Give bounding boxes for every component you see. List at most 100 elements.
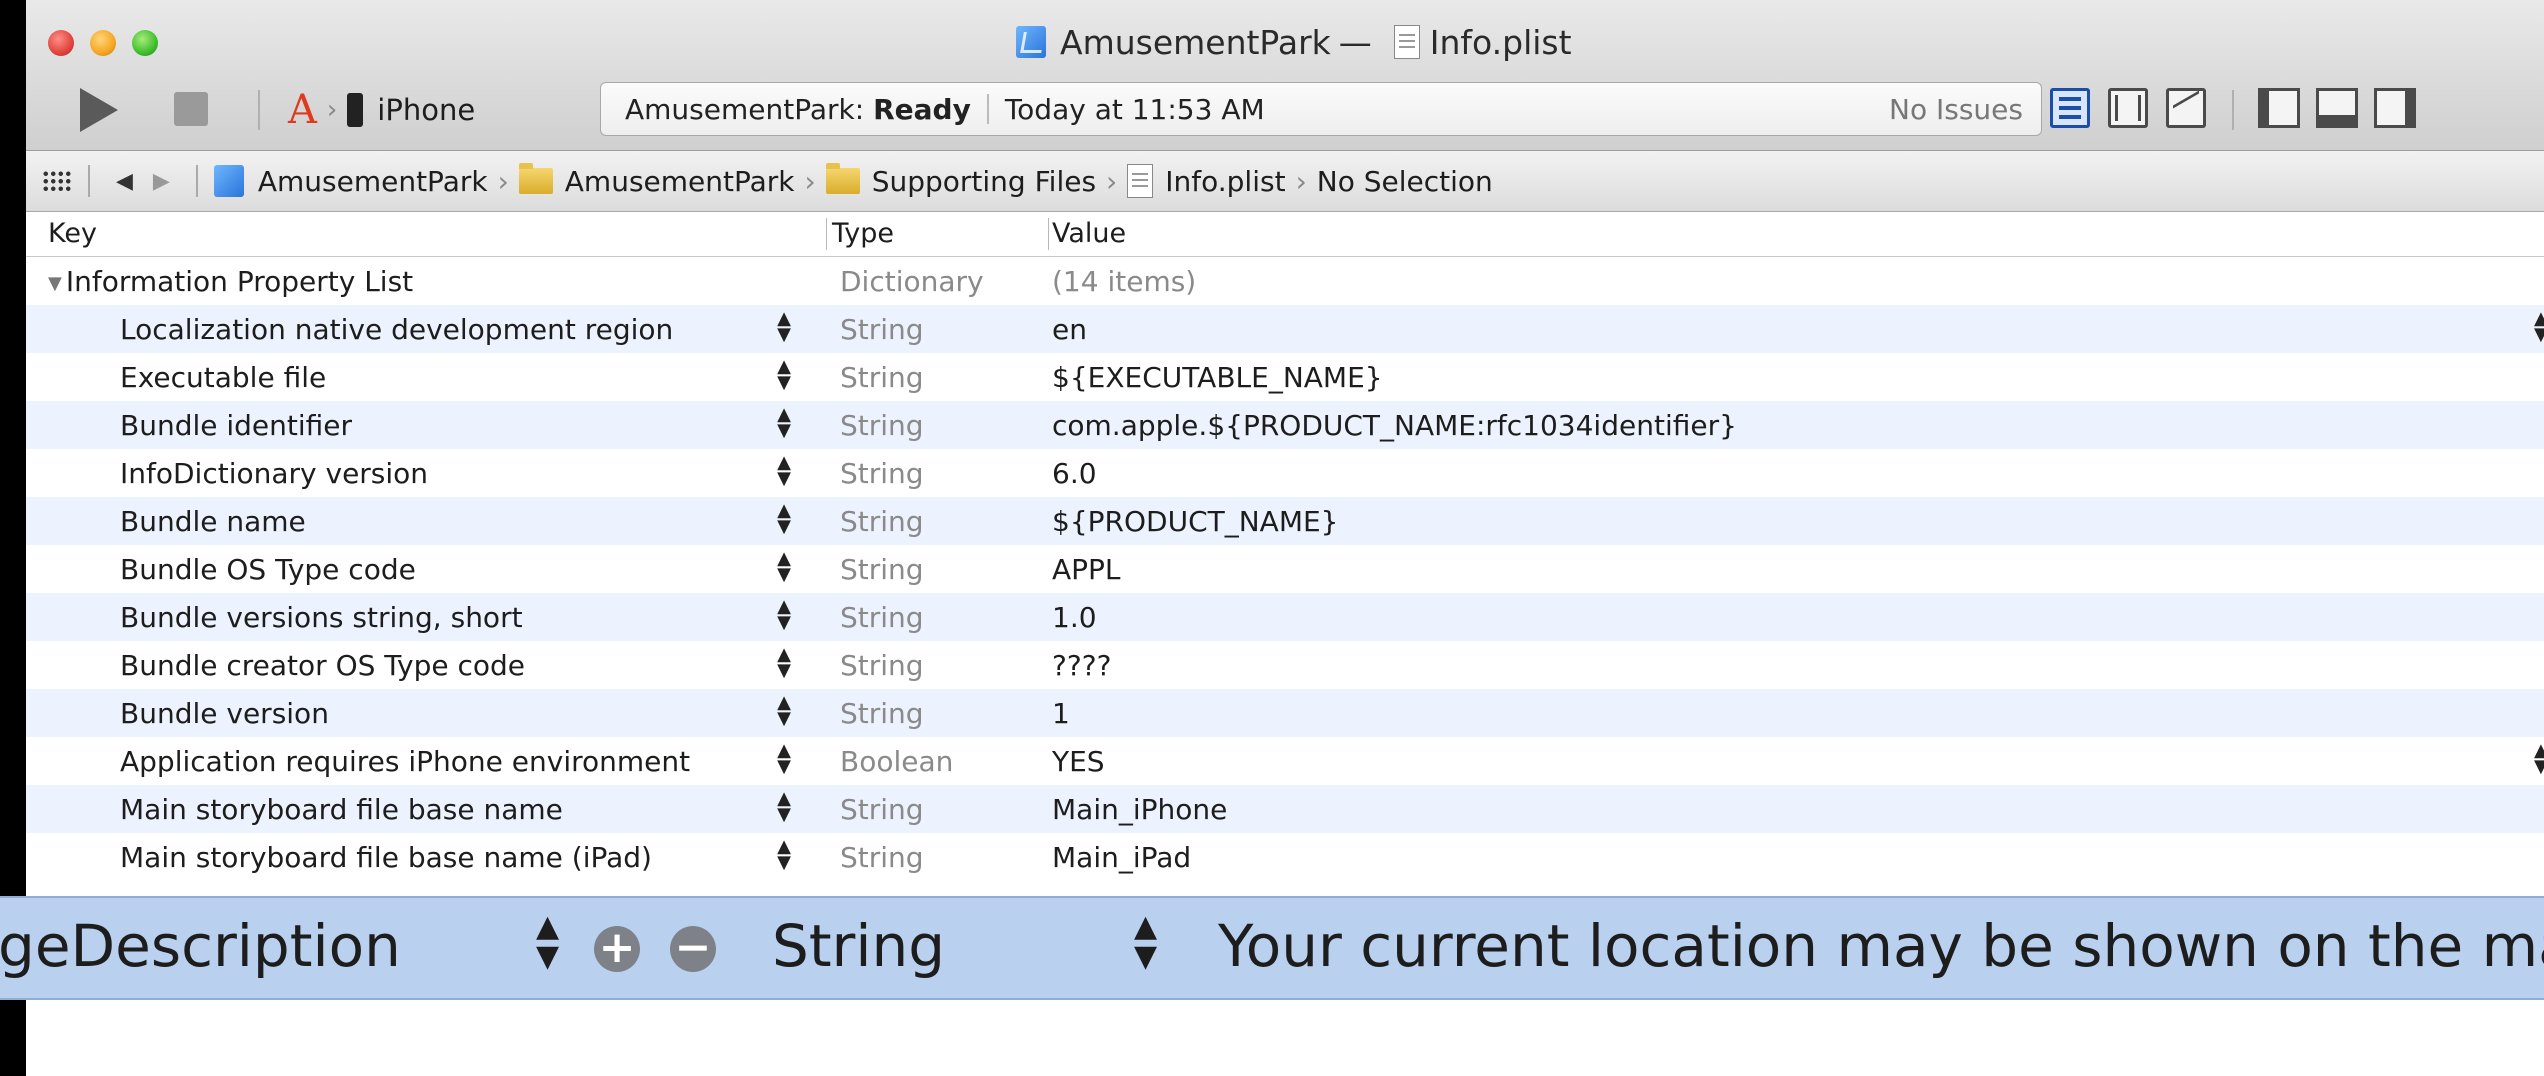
row-key[interactable]: Bundle identifier bbox=[120, 409, 352, 442]
row-key[interactable]: Bundle name bbox=[120, 505, 306, 538]
row-value[interactable]: YES bbox=[1052, 745, 1105, 778]
related-items-grid-icon[interactable] bbox=[42, 170, 72, 192]
row-type[interactable]: String bbox=[840, 505, 924, 538]
key-stepper-icon[interactable]: ▲ ▼ bbox=[776, 502, 792, 536]
table-row[interactable]: Bundle identifier ▲ ▼ String com.apple.${PRO… bbox=[26, 401, 2544, 449]
key-stepper-icon[interactable]: ▲ ▼ bbox=[776, 454, 792, 488]
table-row[interactable]: InfoDictionary version ▲ ▼ String 6.0 bbox=[26, 449, 2544, 497]
row-type[interactable]: String bbox=[840, 793, 924, 826]
row-type[interactable]: String bbox=[840, 313, 924, 346]
row-key[interactable]: Application requires iPhone environment bbox=[120, 745, 690, 778]
breadcrumb-supporting-files[interactable]: Supporting Files › bbox=[825, 163, 1128, 198]
table-row[interactable]: Bundle versions string, short ▲ ▼ String 1.0 bbox=[26, 593, 2544, 641]
debug-area-toggle-button[interactable] bbox=[2316, 88, 2358, 128]
row-type[interactable]: String bbox=[840, 649, 924, 682]
forward-arrow-icon[interactable]: ▶ bbox=[153, 169, 170, 194]
row-type[interactable]: String bbox=[840, 409, 924, 442]
issues-status[interactable]: No Issues bbox=[1889, 93, 2023, 126]
table-row[interactable]: Main storyboard file base name ▲ ▼ String Ma… bbox=[26, 785, 2544, 833]
row-value[interactable]: APPL bbox=[1052, 553, 1121, 586]
row-value[interactable]: Main_iPhone bbox=[1052, 793, 1227, 826]
row-key[interactable]: Executable file bbox=[120, 361, 326, 394]
key-stepper-icon[interactable]: ▲ ▼ bbox=[776, 406, 792, 440]
key-stepper-icon[interactable]: ▲ ▼ bbox=[776, 646, 792, 680]
run-button[interactable] bbox=[80, 88, 118, 132]
table-row[interactable]: Localization native development region ▲ ▼… bbox=[26, 305, 2544, 353]
remove-row-icon[interactable]: − bbox=[670, 926, 716, 972]
zoomed-row-highlight[interactable]: geDescription ▲ ▼ + − String ▲ ▼ Your curr… bbox=[0, 896, 2544, 1000]
key-stepper-icon[interactable]: ▲ ▼ bbox=[776, 694, 792, 728]
version-editor-button[interactable] bbox=[2166, 88, 2206, 128]
type-stepper-icon[interactable]: ▲ ▼ bbox=[1134, 912, 1157, 972]
scheme-selector[interactable]: A › iPhone bbox=[288, 84, 475, 136]
row-type[interactable]: String bbox=[840, 553, 924, 586]
standard-editor-button[interactable] bbox=[2050, 88, 2090, 128]
breadcrumb-selection[interactable]: No Selection bbox=[1317, 165, 1493, 198]
zoom-window-button[interactable] bbox=[132, 30, 158, 56]
row-value[interactable]: com.apple.${PRODUCT_NAME:rfc1034identifi… bbox=[1052, 409, 1737, 442]
table-row[interactable]: Bundle version ▲ ▼ String 1 bbox=[26, 689, 2544, 737]
row-type[interactable]: String bbox=[840, 697, 924, 730]
table-row[interactable]: Bundle OS Type code ▲ ▼ String APPL bbox=[26, 545, 2544, 593]
row-value[interactable]: ???? bbox=[1052, 649, 1111, 682]
xcode-project-icon bbox=[213, 165, 244, 197]
table-row[interactable]: Bundle name ▲ ▼ String ${PRODUCT_NAME} bbox=[26, 497, 2544, 545]
table-row[interactable]: Bundle creator OS Type code ▲ ▼ String???? bbox=[26, 641, 2544, 689]
key-stepper-icon[interactable]: ▲ ▼ bbox=[776, 742, 792, 776]
back-arrow-icon[interactable]: ◀ bbox=[116, 169, 133, 194]
disclosure-triangle-icon[interactable]: ▼ bbox=[48, 273, 62, 294]
row-type[interactable]: String bbox=[840, 361, 924, 394]
column-header-value[interactable]: Value bbox=[1052, 218, 1126, 249]
row-value[interactable]: ${EXECUTABLE_NAME} bbox=[1052, 361, 1383, 394]
add-row-icon[interactable]: + bbox=[594, 926, 640, 972]
table-row[interactable]: Main storyboard file base name (iPad) ▲ ▼ S… bbox=[26, 833, 2544, 881]
row-key[interactable]: Main storyboard file base name (iPad) bbox=[120, 841, 652, 874]
row-value[interactable]: 1.0 bbox=[1052, 601, 1097, 634]
row-key[interactable]: Bundle version bbox=[120, 697, 329, 730]
table-row-root[interactable]: ▼ Information Property List Dictionary (1… bbox=[26, 257, 2544, 305]
column-header-type[interactable]: Type bbox=[832, 218, 894, 249]
zoom-row-key[interactable]: geDescription bbox=[0, 912, 401, 980]
breadcrumb-project[interactable]: AmusementPark › bbox=[213, 165, 519, 198]
close-window-button[interactable] bbox=[48, 30, 74, 56]
row-key[interactable]: Bundle versions string, short bbox=[120, 601, 523, 634]
key-stepper-icon[interactable]: ▲ ▼ bbox=[776, 598, 792, 632]
stop-button[interactable] bbox=[174, 92, 208, 126]
table-row[interactable]: Application requires iPhone environment ▲… bbox=[26, 737, 2544, 785]
row-key[interactable]: Bundle creator OS Type code bbox=[120, 649, 525, 682]
utilities-toggle-button[interactable] bbox=[2374, 88, 2416, 128]
key-stepper-icon[interactable]: ▲ ▼ bbox=[776, 838, 792, 872]
row-value[interactable]: en bbox=[1052, 313, 1087, 346]
table-row[interactable]: Executable file ▲ ▼ String ${EXECUTABLE_NAME… bbox=[26, 353, 2544, 401]
navigator-toggle-button[interactable] bbox=[2258, 88, 2300, 128]
column-header-key[interactable]: Key bbox=[48, 218, 97, 249]
breadcrumb-file[interactable]: Info.plist › bbox=[1127, 164, 1317, 198]
key-stepper-icon[interactable]: ▲ ▼ bbox=[776, 790, 792, 824]
key-stepper-icon[interactable]: ▲ ▼ bbox=[776, 358, 792, 392]
breadcrumb-group[interactable]: AmusementPark › bbox=[518, 163, 826, 198]
column-divider[interactable] bbox=[1048, 218, 1049, 250]
row-type[interactable]: String bbox=[840, 457, 924, 490]
row-value[interactable]: Main_iPad bbox=[1052, 841, 1191, 874]
key-stepper-icon[interactable]: ▲ ▼ bbox=[776, 310, 792, 344]
row-key[interactable]: Main storyboard file base name bbox=[120, 793, 563, 826]
row-type[interactable]: Boolean bbox=[840, 745, 953, 778]
zoom-row-value[interactable]: Your current location may be shown on th… bbox=[1218, 912, 2544, 980]
value-stepper-icon[interactable]: ▲ ▼ bbox=[2534, 311, 2544, 343]
value-stepper-icon[interactable]: ▲ ▼ bbox=[2534, 743, 2544, 775]
row-value[interactable]: 6.0 bbox=[1052, 457, 1097, 490]
assistant-editor-button[interactable] bbox=[2108, 88, 2148, 128]
row-type[interactable]: String bbox=[840, 601, 924, 634]
row-key[interactable]: Bundle OS Type code bbox=[120, 553, 416, 586]
row-value[interactable]: ${PRODUCT_NAME} bbox=[1052, 505, 1338, 538]
zoom-row-type[interactable]: String bbox=[772, 912, 945, 980]
minimize-window-button[interactable] bbox=[90, 30, 116, 56]
key-stepper-icon[interactable]: ▲ ▼ bbox=[776, 550, 792, 584]
row-value[interactable]: 1 bbox=[1052, 697, 1070, 730]
row-key[interactable]: InfoDictionary version bbox=[120, 457, 428, 490]
column-divider[interactable] bbox=[826, 218, 827, 250]
plist-table-header: Key Type Value bbox=[26, 212, 2544, 257]
key-stepper-icon[interactable]: ▲ ▼ bbox=[536, 912, 559, 972]
row-key[interactable]: Localization native development region bbox=[120, 313, 673, 346]
row-type[interactable]: String bbox=[840, 841, 924, 874]
